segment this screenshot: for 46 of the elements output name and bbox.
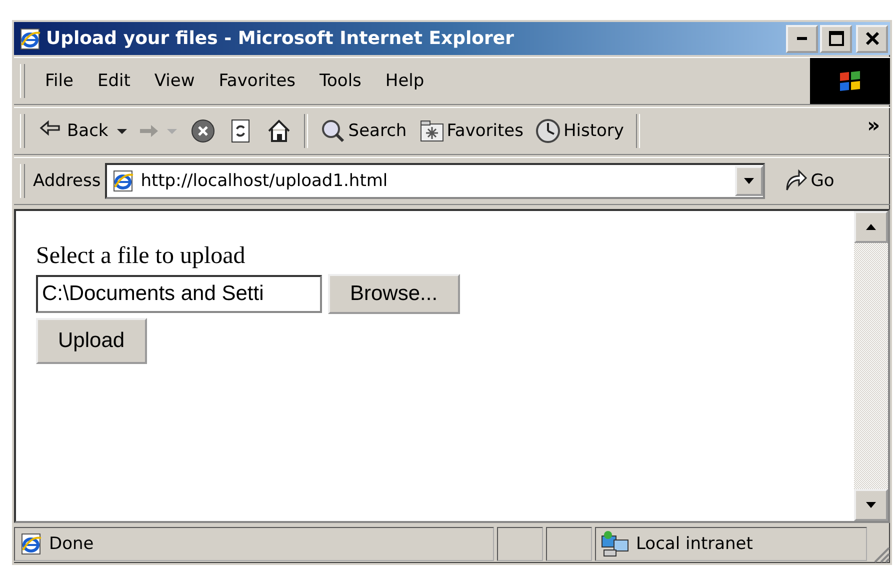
upload-button[interactable]: Upload	[36, 318, 147, 364]
flag-icon	[837, 68, 863, 94]
address-text: http://localhost/upload1.html	[140, 171, 388, 191]
home-icon	[266, 118, 292, 144]
go-button[interactable]: Go	[776, 167, 840, 195]
menu-item[interactable]: View	[142, 71, 207, 91]
back-button[interactable]: Back	[35, 118, 112, 144]
close-button[interactable]	[856, 24, 888, 52]
window-title: Upload your files - Microsoft Internet Explorer	[46, 28, 514, 49]
menu-item[interactable]: Tools	[308, 71, 374, 91]
maximize-button[interactable]	[820, 24, 852, 52]
browse-button[interactable]: Browse...	[328, 274, 460, 314]
scroll-up-button[interactable]	[854, 211, 888, 243]
status-pane	[546, 527, 592, 561]
address-label: Address	[33, 171, 101, 191]
menu-item[interactable]: Favorites	[206, 71, 308, 91]
search-icon	[320, 118, 346, 144]
more-button[interactable]: »	[857, 113, 890, 149]
caret-icon	[742, 177, 755, 185]
minimize-button[interactable]	[786, 24, 818, 52]
page-icon	[19, 532, 43, 556]
favorites-button[interactable]: Favorites	[414, 118, 528, 144]
browser-icon	[18, 26, 42, 50]
history-button[interactable]: History	[531, 118, 628, 144]
down-arrow-icon	[865, 501, 877, 509]
address-field[interactable]: http://localhost/upload1.html	[104, 163, 765, 199]
menu-item[interactable]: File	[33, 71, 86, 91]
up-arrow-icon	[865, 223, 877, 231]
status-text: Done	[49, 534, 94, 554]
minimize-icon	[797, 37, 807, 40]
page-icon	[110, 169, 135, 193]
scroll-down-button[interactable]	[854, 489, 888, 521]
forward-arrow-icon	[140, 125, 158, 137]
folder-icon	[418, 118, 445, 144]
zone-text: Local intranet	[636, 534, 753, 554]
network-icon	[600, 530, 630, 558]
file-path-field[interactable]: C:\Documents and Setti	[36, 275, 322, 313]
stop-icon	[190, 118, 216, 144]
status-pane	[497, 527, 543, 561]
menu-item[interactable]: Help	[373, 71, 436, 91]
clock-icon	[535, 118, 562, 144]
search-button[interactable]: Search	[316, 118, 411, 144]
menu-item[interactable]: Edit	[85, 71, 142, 91]
prompt-text: Select a file to upload	[36, 243, 246, 270]
dropdown-caret-icon[interactable]	[116, 126, 128, 136]
dropdown-button[interactable]	[734, 166, 763, 196]
